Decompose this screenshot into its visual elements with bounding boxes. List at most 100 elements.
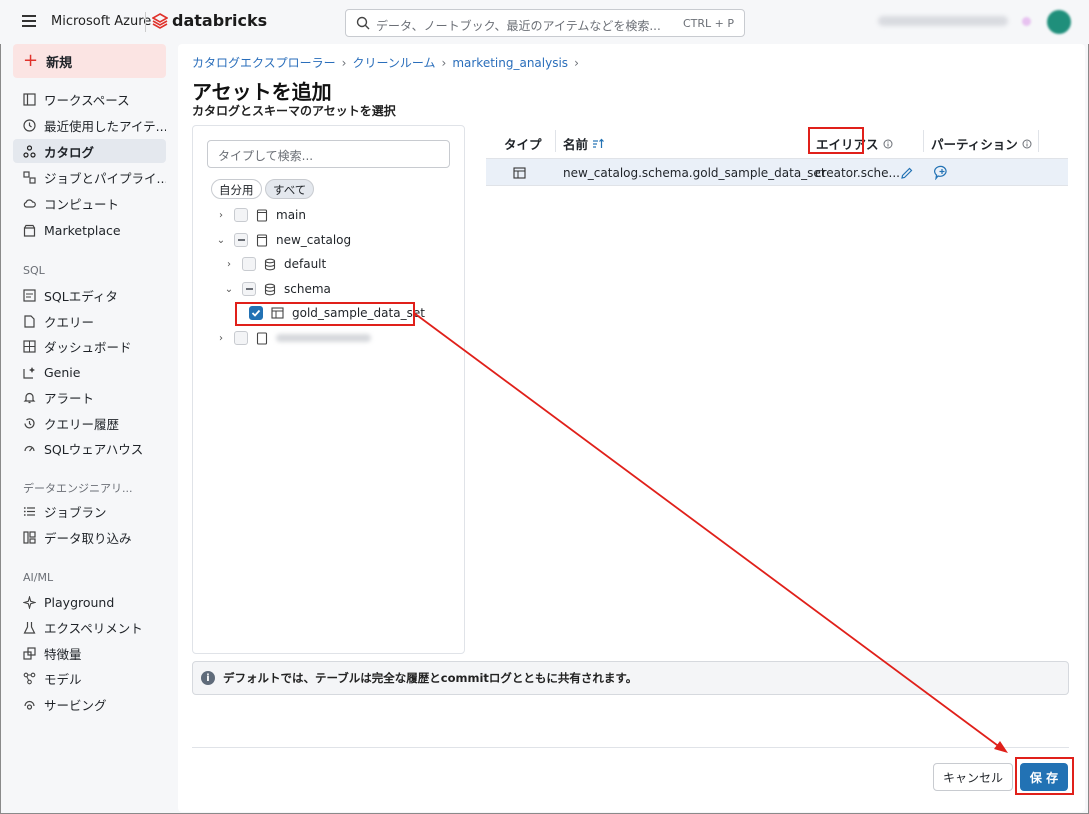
sidebar-item-label: クエリー履歴 <box>44 416 120 432</box>
catalog-icon <box>23 144 36 158</box>
sidebar-item-recent[interactable]: 最近使用したアイテ... <box>13 113 166 137</box>
info-banner-text: デフォルトでは、テーブルは完全な履歴とcommitログとともに共有されます。 <box>223 671 638 685</box>
column-header-partition-label: パーティション <box>931 137 1018 152</box>
tree-node-hidden[interactable]: › <box>216 328 371 348</box>
sidebar-item-label: ワークスペース <box>44 92 130 108</box>
sidebar-item-data-ingestion[interactable]: データ取り込み <box>13 525 166 549</box>
sidebar-item-label: Genie <box>44 364 81 380</box>
brand-divider <box>145 12 146 32</box>
brand-azure: Microsoft Azure <box>51 14 152 29</box>
catalog-icon <box>256 233 268 247</box>
avatar[interactable] <box>1047 10 1071 34</box>
catalog-icon <box>256 331 268 345</box>
workspace-selector[interactable] <box>878 16 1008 26</box>
info-icon[interactable] <box>883 139 893 149</box>
sidebar-item-label: データ取り込み <box>44 530 132 546</box>
sidebar-item-alerts[interactable]: アラート <box>13 385 166 409</box>
sidebar-item-features[interactable]: 特徴量 <box>13 641 166 665</box>
checkbox[interactable] <box>242 282 256 296</box>
annotation-highlight-node <box>235 302 415 326</box>
sidebar-item-serving[interactable]: サービング <box>13 692 166 716</box>
chevron-right-icon[interactable]: › <box>216 333 226 344</box>
query-icon <box>23 314 36 328</box>
breadcrumb-clean-rooms[interactable]: クリーンルーム <box>352 54 435 71</box>
sidebar-item-label: アラート <box>44 390 95 406</box>
sidebar-item-dashboards[interactable]: ダッシュボード <box>13 334 166 358</box>
serving-icon <box>23 698 36 711</box>
table-row[interactable]: new_catalog.schema.gold_sample_data_set … <box>486 158 1068 186</box>
sidebar-item-models[interactable]: モデル <box>13 666 166 690</box>
global-search-input[interactable]: データ、ノートブック、最近のアイテムなどを検索... CTRL + P <box>345 9 745 37</box>
checkbox[interactable] <box>242 257 256 271</box>
sidebar-item-query-history[interactable]: クエリー履歴 <box>13 411 166 435</box>
column-header-name[interactable]: 名前 <box>563 134 605 153</box>
sidebar-item-label: Marketplace <box>44 222 121 238</box>
asset-tree-panel: タイプして検索... 自分用 すべて › main ⌄ new_catalog … <box>192 125 465 654</box>
sidebar-item-jobs[interactable]: ジョブとパイプライ... <box>13 165 166 189</box>
sidebar-item-label: Playground <box>44 594 115 610</box>
chevron-right-icon: › <box>341 55 347 70</box>
filter-mine-button[interactable]: 自分用 <box>211 179 262 199</box>
sidebar-item-job-runs[interactable]: ジョブラン <box>13 499 166 523</box>
model-icon <box>23 672 36 685</box>
store-icon <box>23 224 36 237</box>
alias-cell: creator.sche... <box>815 166 900 180</box>
new-button[interactable]: + 新規 <box>13 44 166 78</box>
chevron-down-icon[interactable]: ⌄ <box>224 284 234 295</box>
pencil-icon[interactable] <box>900 166 914 180</box>
tree-node-default[interactable]: › default <box>224 254 326 274</box>
info-icon: i <box>201 671 215 685</box>
filter-all-button[interactable]: すべて <box>265 179 315 199</box>
ingest-icon <box>23 530 36 544</box>
catalog-icon <box>256 208 268 222</box>
sidebar-item-label: コンピュート <box>44 196 120 212</box>
checkbox[interactable] <box>234 331 248 345</box>
tree-node-new-catalog[interactable]: ⌄ new_catalog <box>216 230 351 250</box>
checkbox[interactable] <box>234 208 248 222</box>
breadcrumb-marketing-analysis[interactable]: marketing_analysis <box>452 56 568 70</box>
footer-divider <box>192 747 1069 748</box>
checkbox[interactable] <box>234 233 248 247</box>
sidebar-item-label: ジョブとパイプライ... <box>44 170 166 186</box>
breadcrumb-catalog-explorer[interactable]: カタログエクスプローラー <box>192 54 336 71</box>
sidebar-item-playground[interactable]: Playground <box>13 590 166 614</box>
sidebar-item-catalog[interactable]: カタログ <box>13 139 166 163</box>
column-divider <box>1038 130 1039 152</box>
sidebar-item-sql-editor[interactable]: SQLエディタ <box>13 283 166 307</box>
tree-node-label: new_catalog <box>276 233 352 247</box>
sidebar-item-workspace[interactable]: ワークスペース <box>13 87 166 111</box>
sort-icon[interactable] <box>592 138 605 149</box>
bell-icon <box>23 391 36 404</box>
chevron-right-icon[interactable]: › <box>224 259 234 270</box>
cancel-button[interactable]: キャンセル <box>933 763 1013 791</box>
database-icon <box>264 258 276 270</box>
add-partition-icon[interactable] <box>934 165 950 180</box>
column-divider <box>923 130 924 152</box>
main-panel: カタログエクスプローラー › クリーンルーム › marketing_analy… <box>178 44 1085 812</box>
sidebar-item-label: エクスペリメント <box>44 620 143 636</box>
databricks-logo[interactable]: databricks <box>152 11 267 30</box>
sidebar-item-label: 最近使用したアイテ... <box>44 118 166 134</box>
sidebar-item-label: サービング <box>44 697 107 713</box>
sidebar-item-label: カタログ <box>44 144 95 160</box>
sidebar-item-label: SQLウェアハウス <box>44 441 144 457</box>
column-divider <box>555 130 556 152</box>
column-header-partition: パーティション <box>931 134 1032 153</box>
tree-node-schema[interactable]: ⌄ schema <box>224 279 331 299</box>
sidebar-item-compute[interactable]: コンピュート <box>13 191 166 215</box>
sidebar-item-marketplace[interactable]: Marketplace <box>13 218 166 242</box>
menu-icon[interactable] <box>22 15 36 27</box>
top-bar: Microsoft Azure databricks データ、ノートブック、最近… <box>0 0 1089 44</box>
assistant-icon[interactable] <box>1022 17 1031 26</box>
sidebar-item-experiments[interactable]: エクスペリメント <box>13 615 166 639</box>
tree-node-main[interactable]: › main <box>216 205 306 225</box>
chevron-down-icon[interactable]: ⌄ <box>216 235 226 246</box>
sidebar-item-genie[interactable]: Genie <box>13 360 166 384</box>
brand-databricks: databricks <box>172 11 268 30</box>
chevron-right-icon[interactable]: › <box>216 210 226 221</box>
info-icon[interactable] <box>1022 139 1032 149</box>
sidebar-item-sql-warehouse[interactable]: SQLウェアハウス <box>13 436 166 460</box>
jobs-icon <box>23 170 36 184</box>
sidebar-item-queries[interactable]: クエリー <box>13 309 166 333</box>
tree-search-input[interactable]: タイプして検索... <box>207 140 450 168</box>
